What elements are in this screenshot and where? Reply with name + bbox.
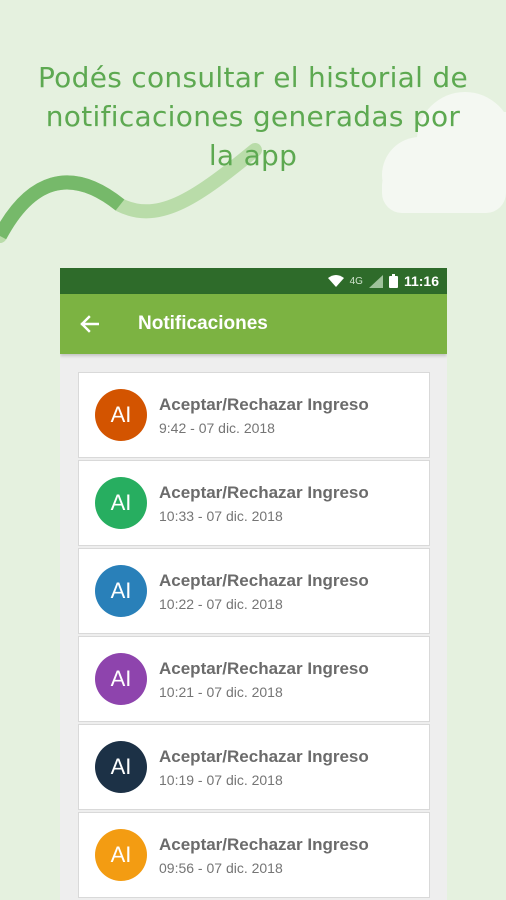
signal-icon bbox=[368, 274, 383, 288]
promo-line-1: Podés consultar el historial de bbox=[38, 61, 468, 94]
page-title: Notificaciones bbox=[138, 313, 268, 334]
avatar: AI bbox=[95, 829, 147, 881]
notification-list: AI Aceptar/Rechazar Ingreso 9:42 - 07 di… bbox=[78, 372, 430, 900]
notification-text: Aceptar/Rechazar Ingreso 10:19 - 07 dic.… bbox=[159, 747, 369, 788]
promo-line-2: notificaciones generadas por bbox=[45, 100, 461, 133]
notification-time: 10:22 - 07 dic. 2018 bbox=[159, 595, 283, 612]
avatar: AI bbox=[95, 741, 147, 793]
notification-title: Aceptar/Rechazar Ingreso bbox=[159, 658, 369, 678]
back-button[interactable] bbox=[60, 294, 118, 354]
promo-caption: Podés consultar el historial de notifica… bbox=[30, 58, 476, 175]
app-toolbar: Notificaciones bbox=[60, 294, 447, 354]
notification-item-3[interactable]: AI Aceptar/Rechazar Ingreso 10:22 - 07 d… bbox=[78, 548, 430, 634]
curved-stripe-dark bbox=[0, 175, 125, 240]
notification-text: Aceptar/Rechazar Ingreso 9:42 - 07 dic. … bbox=[159, 395, 369, 436]
notification-item-1[interactable]: AI Aceptar/Rechazar Ingreso 9:42 - 07 di… bbox=[78, 372, 430, 458]
notification-item-4[interactable]: AI Aceptar/Rechazar Ingreso 10:21 - 07 d… bbox=[78, 636, 430, 722]
notification-time: 10:19 - 07 dic. 2018 bbox=[159, 771, 283, 788]
avatar: AI bbox=[95, 653, 147, 705]
notification-time: 10:21 - 07 dic. 2018 bbox=[159, 683, 283, 700]
notification-item-5[interactable]: AI Aceptar/Rechazar Ingreso 10:19 - 07 d… bbox=[78, 724, 430, 810]
arrow-back-icon bbox=[80, 315, 99, 333]
notification-text: Aceptar/Rechazar Ingreso 10:33 - 07 dic.… bbox=[159, 483, 369, 524]
notification-text: Aceptar/Rechazar Ingreso 10:21 - 07 dic.… bbox=[159, 659, 369, 700]
network-type: 4G bbox=[349, 275, 363, 287]
notification-item-6[interactable]: AI Aceptar/Rechazar Ingreso 09:56 - 07 d… bbox=[78, 812, 430, 898]
wifi-icon bbox=[327, 274, 344, 287]
notification-text: Aceptar/Rechazar Ingreso 10:22 - 07 dic.… bbox=[159, 571, 369, 612]
notification-time: 09:56 - 07 dic. 2018 bbox=[159, 859, 283, 876]
promo-line-3: la app bbox=[208, 139, 298, 172]
battery-icon bbox=[388, 274, 398, 288]
notification-title: Aceptar/Rechazar Ingreso bbox=[159, 394, 369, 414]
notification-title: Aceptar/Rechazar Ingreso bbox=[159, 570, 369, 590]
notification-title: Aceptar/Rechazar Ingreso bbox=[159, 746, 369, 766]
avatar: AI bbox=[95, 389, 147, 441]
notification-item-2[interactable]: AI Aceptar/Rechazar Ingreso 10:33 - 07 d… bbox=[78, 460, 430, 546]
notification-time: 10:33 - 07 dic. 2018 bbox=[159, 507, 283, 524]
notification-time: 9:42 - 07 dic. 2018 bbox=[159, 419, 275, 436]
phone-screen: 4G 11:16 Notificaciones AI Aceptar/Recha… bbox=[60, 268, 447, 900]
notification-title: Aceptar/Rechazar Ingreso bbox=[159, 482, 369, 502]
avatar: AI bbox=[95, 477, 147, 529]
status-bar: 4G 11:16 bbox=[60, 268, 447, 294]
clock: 11:16 bbox=[403, 273, 439, 289]
avatar: AI bbox=[95, 565, 147, 617]
notification-text: Aceptar/Rechazar Ingreso 09:56 - 07 dic.… bbox=[159, 835, 369, 876]
notification-title: Aceptar/Rechazar Ingreso bbox=[159, 834, 369, 854]
